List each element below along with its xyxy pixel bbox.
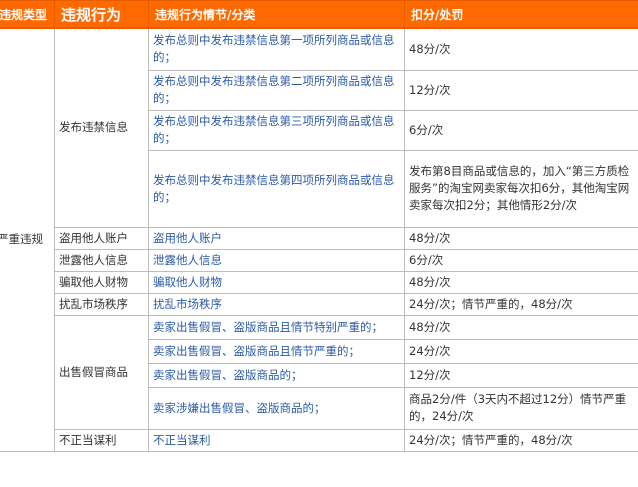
header-violation-behavior: 违规行为 — [54, 0, 149, 29]
situation-cell: 发布总则中发布违禁信息第一项所列商品或信息的； — [148, 27, 405, 71]
behavior-cell: 骗取他人财物 — [54, 270, 149, 294]
penalty-cell: 48分/次 — [404, 270, 638, 294]
situation-cell: 发布总则中发布违禁信息第三项所列商品或信息的； — [148, 109, 405, 151]
violation-table-wrapper: 违规类型 违规行为 违规行为情节/分类 扣分/处罚 严重违规 发布违禁信息 发布… — [0, 0, 638, 452]
behavior-cell: 不正当谋利 — [54, 428, 149, 452]
situation-cell: 发布总则中发布违禁信息第四项所列商品或信息的； — [148, 149, 405, 228]
violation-penalty-table: 违规类型 违规行为 违规行为情节/分类 扣分/处罚 严重违规 发布违禁信息 发布… — [0, 0, 638, 452]
behavior-cell: 扰乱市场秩序 — [54, 292, 149, 316]
table-row: 泄露他人信息 泄露他人信息 6分/次 — [0, 248, 638, 272]
table-row: 扰乱市场秩序 扰乱市场秩序 24分/次；情节严重的，48分/次 — [0, 292, 638, 316]
penalty-cell: 6分/次 — [404, 248, 638, 272]
situation-cell: 卖家出售假冒、盗版商品且情节特别严重的； — [148, 314, 405, 340]
header-situation-category: 违规行为情节/分类 — [148, 0, 405, 29]
behavior-cell: 发布违禁信息 — [54, 27, 149, 228]
penalty-cell: 48分/次 — [404, 314, 638, 340]
situation-cell: 卖家出售假冒、盗版商品的； — [148, 362, 405, 388]
table-header-row: 违规类型 违规行为 违规行为情节/分类 扣分/处罚 — [0, 0, 638, 29]
table-row: 出售假冒商品 卖家出售假冒、盗版商品且情节特别严重的； 48分/次 — [0, 314, 638, 430]
penalty-cell: 24分/次；情节严重的，48分/次 — [404, 292, 638, 316]
situation-cell: 发布总则中发布违禁信息第二项所列商品或信息的； — [148, 69, 405, 111]
penalty-cell: 商品2分/件（3天内不超过12分）情节严重的，24分/次 — [404, 386, 638, 430]
penalty-cell: 24分/次 — [404, 338, 638, 364]
penalty-cell: 发布第8目商品或信息的，加入“第三方质检服务”的淘宝网卖家每次扣6分，其他淘宝网… — [404, 149, 638, 228]
penalty-cell: 24分/次；情节严重的，48分/次 — [404, 428, 638, 452]
situation-cell: 不正当谋利 — [148, 428, 405, 452]
penalty-cell: 48分/次 — [404, 226, 638, 250]
penalty-cell: 48分/次 — [404, 27, 638, 71]
situation-cell: 泄露他人信息 — [148, 248, 405, 272]
table-row: 骗取他人财物 骗取他人财物 48分/次 — [0, 270, 638, 294]
category-cell: 严重违规 — [0, 27, 55, 452]
situation-cell: 骗取他人财物 — [148, 270, 405, 294]
table-row: 严重违规 发布违禁信息 发布总则中发布违禁信息第一项所列商品或信息的； 48分/… — [0, 27, 638, 452]
table-row: 不正当谋利 不正当谋利 24分/次；情节严重的，48分/次 — [0, 428, 638, 452]
situation-cell: 盗用他人账户 — [148, 226, 405, 250]
penalty-cell: 6分/次 — [404, 109, 638, 151]
situation-cell: 卖家出售假冒、盗版商品且情节严重的； — [148, 338, 405, 364]
table-row: 盗用他人账户 盗用他人账户 48分/次 — [0, 226, 638, 250]
header-violation-type: 违规类型 — [0, 0, 55, 29]
behavior-cell: 泄露他人信息 — [54, 248, 149, 272]
behavior-cell: 出售假冒商品 — [54, 314, 149, 430]
penalty-cell: 12分/次 — [404, 69, 638, 111]
situation-cell: 扰乱市场秩序 — [148, 292, 405, 316]
header-penalty: 扣分/处罚 — [404, 0, 638, 29]
penalty-cell: 12分/次 — [404, 362, 638, 388]
situation-cell: 卖家涉嫌出售假冒、盗版商品的； — [148, 386, 405, 430]
behavior-cell: 盗用他人账户 — [54, 226, 149, 250]
